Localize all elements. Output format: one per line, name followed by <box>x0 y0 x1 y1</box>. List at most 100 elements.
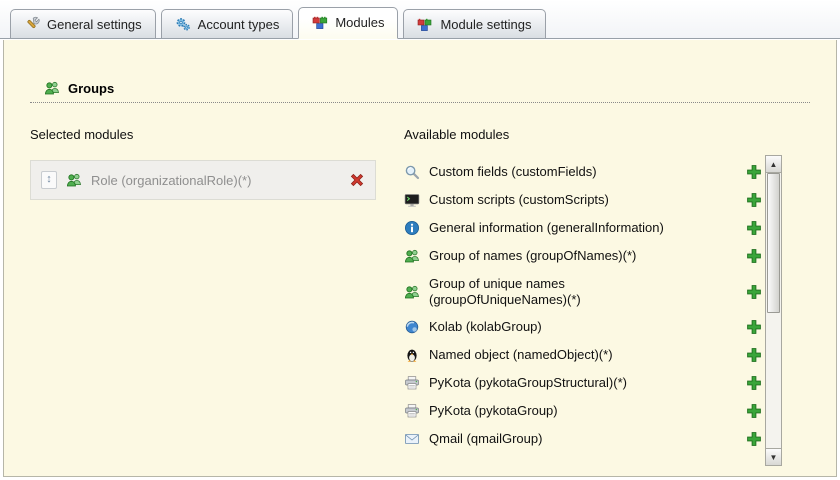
printer-icon <box>405 376 419 390</box>
tab-label: Module settings <box>440 16 532 32</box>
mail-icon <box>404 434 419 445</box>
tab-general-settings[interactable]: General settings <box>10 9 156 38</box>
plus-icon <box>747 221 761 235</box>
modules-icon <box>313 16 328 29</box>
available-module-label: PyKota (pykotaGroupStructural)(*) <box>429 375 627 391</box>
available-module-label: Custom fields (customFields) <box>429 164 597 180</box>
available-module-row: Named object (namedObject)(*) <box>404 341 762 369</box>
gears-icon <box>176 18 190 31</box>
selected-modules-column: Selected modules ↕ Role (organizationalR… <box>30 127 376 453</box>
content-panel: Groups Selected modules ↕ Role (organiza… <box>3 40 837 477</box>
add-module-button[interactable] <box>746 164 762 180</box>
plus-icon <box>747 404 761 419</box>
plus-icon <box>747 249 761 263</box>
modules-icon <box>312 14 328 30</box>
add-module-button[interactable] <box>746 220 762 236</box>
available-module-label: Group of names (groupOfNames)(*) <box>429 248 637 264</box>
available-module-row: Kolab (kolabGroup) <box>404 313 762 341</box>
selected-module-label: Role (organizationalRole)(*) <box>91 172 252 188</box>
section-header: Groups <box>44 80 810 96</box>
wrench-icon <box>24 16 40 32</box>
available-module-row: General information (generalInformation) <box>404 214 762 242</box>
remove-module-button[interactable] <box>349 172 365 188</box>
printer-icon <box>404 403 420 419</box>
tab-label: General settings <box>47 16 142 32</box>
available-module-label: General information (generalInformation) <box>429 220 664 236</box>
kolab-icon <box>405 320 419 334</box>
tab-module-settings[interactable]: Module settings <box>403 9 546 38</box>
tab-label: Account types <box>197 16 280 32</box>
tab-bar: General settings Account types Modules M… <box>0 0 840 39</box>
selected-module-row: ↕ Role (organizationalRole)(*) <box>30 160 376 200</box>
groups-icon <box>404 248 420 264</box>
add-module-button[interactable] <box>746 192 762 208</box>
available-module-row: PyKota (pykotaGroupStructural)(*) <box>404 369 762 397</box>
printer-icon <box>405 404 419 418</box>
selected-modules-list: ↕ Role (organizationalRole)(*) <box>30 160 376 200</box>
delete-x-icon <box>350 173 364 187</box>
plus-icon <box>747 320 761 335</box>
available-module-row: Custom scripts (customScripts) <box>404 186 762 214</box>
drag-handle-icon[interactable]: ↕ <box>41 171 57 189</box>
module-columns: Selected modules ↕ Role (organizationalR… <box>30 127 810 453</box>
plus-icon <box>747 432 761 447</box>
available-modules-scrollbar[interactable]: ▲ ▼ <box>765 155 782 466</box>
add-module-button[interactable] <box>746 431 762 447</box>
add-module-button[interactable] <box>746 284 762 300</box>
available-module-row: PyKota (pykotaGroup) <box>404 397 762 425</box>
kolab-icon <box>404 319 420 335</box>
available-module-label: Custom scripts (customScripts) <box>429 192 609 208</box>
available-module-label: Qmail (qmailGroup) <box>429 431 543 447</box>
gears-icon <box>175 16 191 32</box>
wrench-icon <box>27 16 40 29</box>
available-module-row: Group of names (groupOfNames)(*) <box>404 242 762 270</box>
tux-icon <box>404 347 420 363</box>
available-module-label: Kolab (kolabGroup) <box>429 319 542 335</box>
tab-label: Modules <box>335 14 385 30</box>
groups-icon <box>404 284 420 300</box>
tab-account-types[interactable]: Account types <box>160 9 294 38</box>
available-module-row: Group of unique names (groupOfUniqueName… <box>404 270 762 313</box>
magnifier-icon <box>405 165 420 180</box>
plus-icon <box>747 193 761 207</box>
add-module-button[interactable] <box>746 375 762 391</box>
plus-icon <box>747 376 761 391</box>
add-module-button[interactable] <box>746 319 762 335</box>
script-icon <box>404 192 420 208</box>
available-modules-column: Available modules Custom fields (customF… <box>404 127 762 453</box>
script-icon <box>404 194 420 207</box>
available-module-row: Qmail (qmailGroup) <box>404 425 762 453</box>
add-module-button[interactable] <box>746 403 762 419</box>
section-divider <box>30 102 810 103</box>
groups-icon <box>66 173 81 187</box>
magnifier-icon <box>404 164 420 180</box>
plus-icon <box>747 165 761 179</box>
scrollbar-thumb[interactable] <box>767 173 780 313</box>
module-settings-icon <box>418 18 432 31</box>
available-module-label: Group of unique names (groupOfUniqueName… <box>429 276 581 307</box>
available-module-label: PyKota (pykotaGroup) <box>429 403 558 419</box>
add-module-button[interactable] <box>746 347 762 363</box>
selected-modules-heading: Selected modules <box>30 127 134 142</box>
available-module-label: Named object (namedObject)(*) <box>429 347 613 363</box>
printer-icon <box>404 375 420 391</box>
available-modules-heading: Available modules <box>404 127 510 142</box>
scroll-down-button[interactable]: ▼ <box>766 448 781 465</box>
module-settings-icon <box>417 16 433 32</box>
plus-icon <box>747 284 761 299</box>
tux-icon <box>407 349 417 362</box>
info-icon <box>405 221 419 235</box>
add-module-button[interactable] <box>746 248 762 264</box>
tab-modules[interactable]: Modules <box>298 7 399 39</box>
available-modules-list: Custom fields (customFields) Custom scri… <box>404 158 762 453</box>
available-module-row: Custom fields (customFields) <box>404 158 762 186</box>
groups-icon <box>66 172 82 188</box>
groups-icon <box>44 80 60 96</box>
panel-inner: Groups Selected modules ↕ Role (organiza… <box>4 40 836 453</box>
groups-icon <box>404 285 419 298</box>
plus-icon <box>747 348 761 363</box>
section-title: Groups <box>68 80 115 96</box>
scroll-up-button[interactable]: ▲ <box>766 156 781 173</box>
info-icon <box>404 220 420 236</box>
mail-icon <box>404 431 420 447</box>
